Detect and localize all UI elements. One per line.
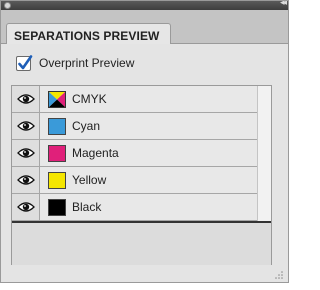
tab-strip: SEPARATIONS PREVIEW: [1, 10, 288, 45]
list-empty-area: [12, 223, 271, 265]
eye-icon: [17, 148, 35, 158]
checkmark-icon: [18, 54, 33, 69]
panel-titlebar[interactable]: ◂◂: [1, 1, 288, 10]
close-dot-icon[interactable]: [4, 2, 11, 9]
panel-content: Overprint Preview CMYK Cyan Magenta Yell…: [1, 44, 288, 282]
eye-icon: [17, 175, 35, 185]
eye-icon: [17, 121, 35, 131]
list-scrollbar[interactable]: [257, 86, 271, 221]
black-swatch-icon: [48, 199, 66, 216]
separation-label: CMYK: [72, 92, 107, 106]
separations-preview-panel: ◂◂ SEPARATIONS PREVIEW Overprint Preview: [0, 0, 289, 283]
overprint-preview-label: Overprint Preview: [39, 56, 135, 70]
overprint-preview-checkbox[interactable]: [16, 54, 33, 71]
separation-label: Magenta: [72, 146, 119, 160]
resize-grip-icon[interactable]: [274, 270, 284, 280]
cyan-swatch-icon: [48, 118, 66, 135]
visibility-toggle[interactable]: [12, 140, 40, 166]
cmyk-swatch-icon: [48, 91, 66, 108]
yellow-swatch-icon: [48, 172, 66, 189]
separation-row-yellow[interactable]: Yellow: [12, 167, 271, 194]
separation-row-cmyk[interactable]: CMYK: [12, 86, 271, 113]
eye-icon: [17, 202, 35, 212]
visibility-toggle[interactable]: [12, 194, 40, 220]
separation-row-magenta[interactable]: Magenta: [12, 140, 271, 167]
separation-label: Yellow: [72, 173, 107, 187]
double-chevron-icon[interactable]: ◂◂: [280, 1, 287, 8]
separation-row-black[interactable]: Black: [12, 194, 271, 221]
tab-separations-preview[interactable]: SEPARATIONS PREVIEW: [6, 23, 171, 45]
separations-list: CMYK Cyan Magenta Yellow Black: [11, 85, 272, 265]
overprint-preview-option[interactable]: Overprint Preview: [16, 54, 135, 71]
visibility-toggle[interactable]: [12, 113, 40, 139]
separation-label: Black: [72, 200, 102, 214]
tab-label: SEPARATIONS PREVIEW: [14, 29, 160, 43]
separation-label: Cyan: [72, 119, 101, 133]
visibility-toggle[interactable]: [12, 86, 40, 112]
separation-row-cyan[interactable]: Cyan: [12, 113, 271, 140]
magenta-swatch-icon: [48, 145, 66, 162]
visibility-toggle[interactable]: [12, 167, 40, 193]
eye-icon: [17, 94, 35, 104]
